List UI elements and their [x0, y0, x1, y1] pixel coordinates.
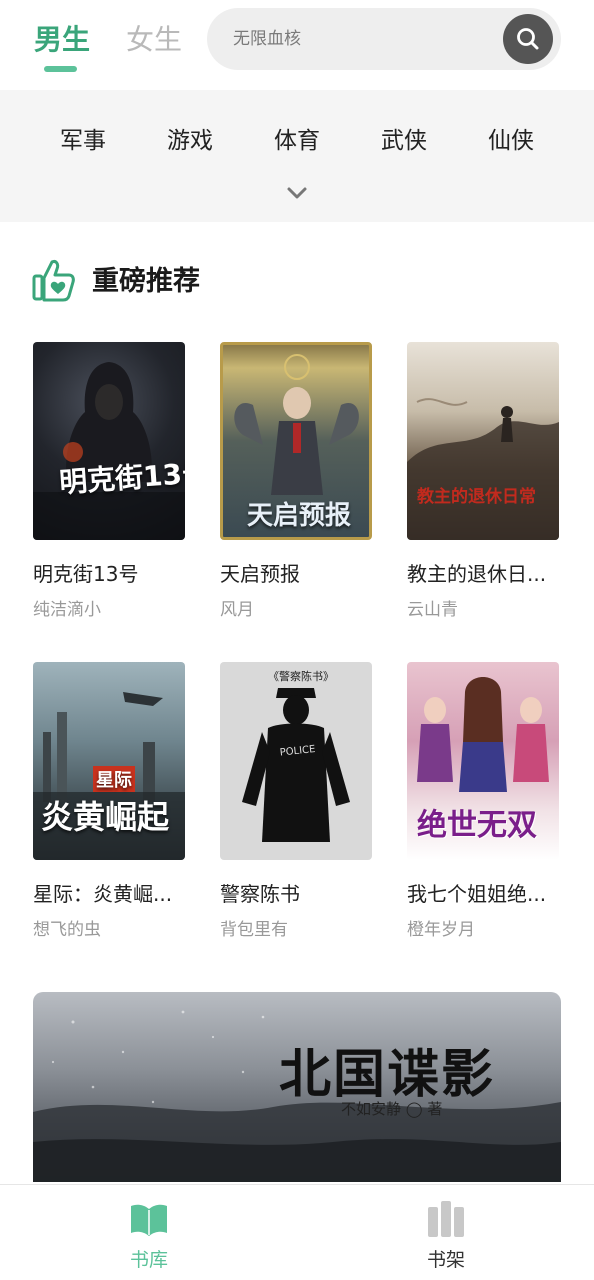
top-bar: 男生 女生 — [0, 0, 594, 90]
book-author: 背包里有 — [220, 920, 288, 940]
search-bar[interactable] — [207, 8, 561, 70]
nav-bookshelf-label: 书架 — [426, 1249, 465, 1271]
banner-author: 不如安静 ◯ 著 — [341, 1100, 443, 1118]
chevron-down-icon[interactable] — [284, 184, 310, 202]
book-cover[interactable]: 星际 炎黄崛起 — [33, 662, 185, 860]
book-cover[interactable]: 明克街13号 — [33, 342, 185, 540]
category-sports[interactable]: 体育 — [257, 126, 337, 156]
bookshelf-icon — [428, 1201, 464, 1237]
book-author: 橙年岁月 — [407, 920, 475, 940]
app-screen: 男生 女生 军事 游戏 体育 武侠 仙侠 重磅推荐 — [0, 0, 594, 1280]
book-title: 星际：炎黄崛... — [33, 882, 173, 906]
category-strip: 军事 游戏 体育 武侠 仙侠 — [0, 90, 594, 222]
book-title: 天启预报 — [220, 562, 300, 586]
cover-subtitle: 星际 — [93, 766, 135, 792]
book-author: 云山青 — [407, 600, 458, 620]
book-title: 我七个姐姐绝... — [407, 882, 547, 906]
book-author: 纯洁滴小 — [33, 600, 101, 620]
cover-title: 天启预报 — [247, 501, 352, 531]
book-title: 明克街13号 — [33, 562, 139, 586]
nav-bookshelf[interactable]: 书架 — [386, 1185, 506, 1280]
featured-banner[interactable]: 北国谍影 不如安静 ◯ 著 — [33, 992, 561, 1182]
cover-title: 《警察陈书》 — [268, 670, 334, 683]
thumbs-up-heart-icon — [32, 260, 75, 302]
tab-female[interactable]: 女生 — [126, 22, 182, 58]
book-cover[interactable]: 教主的退休日常 — [407, 342, 559, 540]
open-book-icon — [131, 1204, 167, 1236]
search-button[interactable] — [503, 14, 553, 64]
book-author: 想飞的虫 — [33, 920, 101, 940]
book-title: 教主的退休日... — [407, 562, 547, 586]
category-games[interactable]: 游戏 — [150, 126, 230, 156]
category-military[interactable]: 军事 — [43, 126, 123, 156]
active-tab-indicator — [44, 66, 77, 72]
book-title: 警察陈书 — [220, 882, 300, 906]
book-cover[interactable]: 天启预报 — [220, 342, 372, 540]
book-cover[interactable]: POLICE 《警察陈书》 — [220, 662, 372, 860]
nav-library[interactable]: 书库 — [89, 1185, 209, 1280]
search-input[interactable] — [233, 8, 493, 70]
book-author: 风月 — [220, 600, 254, 620]
book-cover[interactable]: 绝世无双 — [407, 662, 559, 860]
search-icon — [517, 28, 539, 50]
cover-title: 绝世无双 — [417, 808, 537, 843]
tab-male[interactable]: 男生 — [34, 22, 90, 58]
section-title: 重磅推荐 — [92, 266, 200, 297]
banner-title: 北国谍影 — [279, 1044, 496, 1105]
bottom-navigation: 书库 书架 — [0, 1184, 594, 1280]
nav-library-label: 书库 — [129, 1249, 168, 1271]
cover-title: 教主的退休日常 — [417, 487, 536, 507]
cover-title: 炎黄崛起 — [41, 798, 170, 836]
category-wuxia[interactable]: 武侠 — [364, 126, 444, 156]
category-xianxia[interactable]: 仙侠 — [471, 126, 551, 156]
